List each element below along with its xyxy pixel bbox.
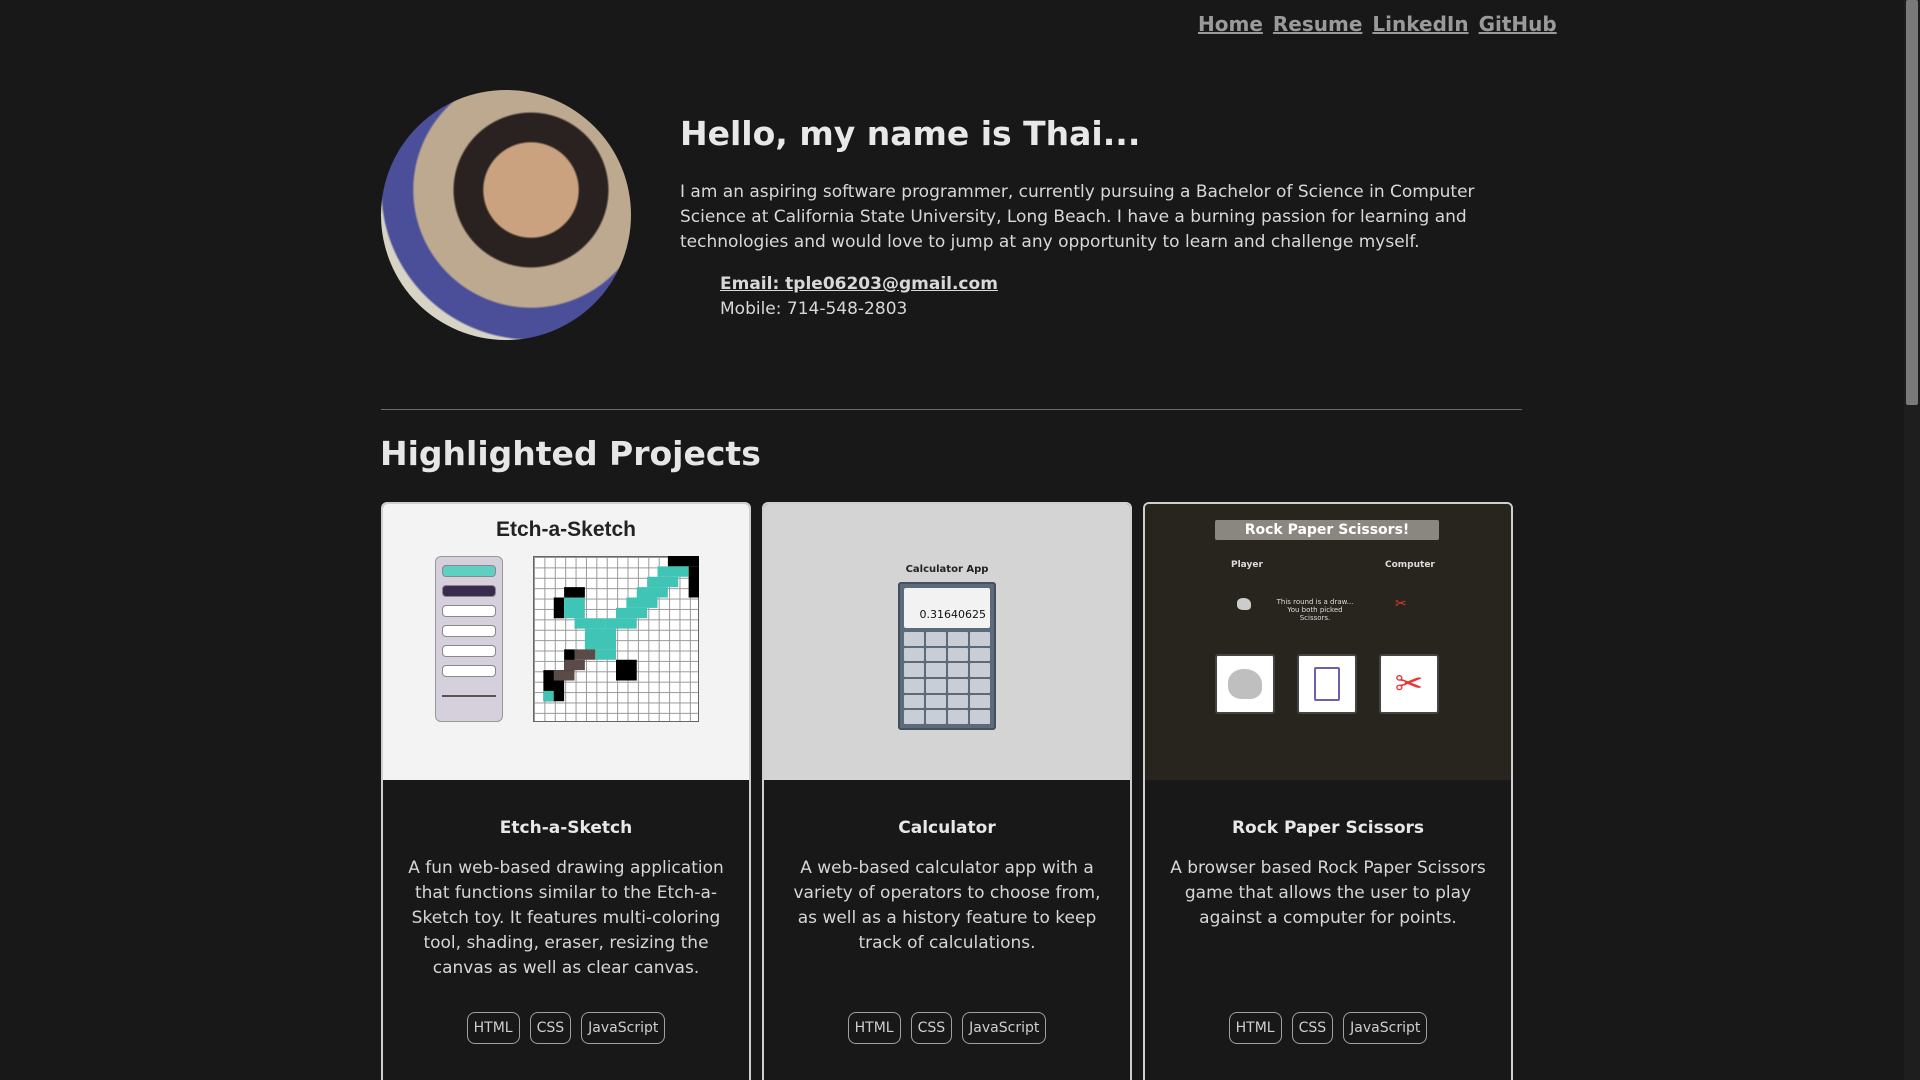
page-scrollbar[interactable] xyxy=(1904,0,1920,1080)
computer-label: Computer xyxy=(1385,560,1435,570)
rock-choice-icon xyxy=(1215,654,1275,714)
scissors-icon: ✂ xyxy=(1395,596,1407,612)
project-name: Rock Paper Scissors xyxy=(1231,818,1425,838)
tech-tags: HTML CSS JavaScript xyxy=(383,1012,749,1044)
player-label: Player xyxy=(1231,560,1263,570)
project-description: A fun web-based drawing application that… xyxy=(408,858,724,978)
top-nav: Home Resume LinkedIn GitHub xyxy=(1198,12,1557,36)
tag-html: HTML xyxy=(466,1012,520,1044)
scissors-choice-icon: ✂ xyxy=(1379,654,1439,714)
hero-title: Hello, my name is Thai... xyxy=(680,114,1141,153)
thumbnail-title: Rock Paper Scissors! xyxy=(1215,520,1439,540)
project-card-rock-paper-scissors[interactable]: Rock Paper Scissors! Player Computer Thi… xyxy=(1143,502,1513,1080)
thumbnail-title: Etch-a-Sketch xyxy=(495,518,637,541)
project-thumbnail: Calculator App 0.31640625 xyxy=(764,504,1130,780)
round-result-text: This round is a draw... You both picked … xyxy=(1276,598,1354,622)
mobile-number: Mobile: 714-548-2803 xyxy=(720,299,908,319)
project-name: Calculator xyxy=(898,818,996,838)
project-name: Etch-a-Sketch xyxy=(499,818,633,838)
project-thumbnail: Etch-a-Sketch xyxy=(383,504,749,780)
calculator-screen: 0.31640625 xyxy=(904,588,990,628)
tag-html: HTML xyxy=(1228,1012,1282,1044)
project-card-calculator[interactable]: Calculator App 0.31640625 Calculator A w… xyxy=(762,502,1132,1080)
tech-tags: HTML CSS JavaScript xyxy=(1145,1012,1511,1044)
section-title: Highlighted Projects xyxy=(380,434,761,473)
nav-github-link[interactable]: GitHub xyxy=(1479,12,1557,36)
nav-linkedin-link[interactable]: LinkedIn xyxy=(1372,12,1468,36)
tool-panel-image xyxy=(435,556,503,722)
paper-choice-icon xyxy=(1297,654,1357,714)
tag-css: CSS xyxy=(529,1012,572,1044)
email-link[interactable]: Email: tple06203@gmail.com xyxy=(720,274,998,294)
project-thumbnail: Rock Paper Scissors! Player Computer Thi… xyxy=(1145,504,1511,780)
thumbnail-title: Calculator App xyxy=(905,564,989,575)
tech-tags: HTML CSS JavaScript xyxy=(764,1012,1130,1044)
tag-html: HTML xyxy=(847,1012,901,1044)
tag-css: CSS xyxy=(1291,1012,1334,1044)
section-divider xyxy=(381,409,1522,410)
scrollbar-thumb[interactable] xyxy=(1906,0,1918,405)
nav-home-link[interactable]: Home xyxy=(1198,12,1263,36)
rock-icon xyxy=(1237,598,1251,610)
contact-info: Email: tple06203@gmail.com Mobile: 714-5… xyxy=(720,272,998,322)
project-description: A browser based Rock Paper Scissors game… xyxy=(1170,858,1486,928)
hero-bio: I am an aspiring software programmer, cu… xyxy=(680,182,1475,252)
tag-css: CSS xyxy=(910,1012,953,1044)
project-description: A web-based calculator app with a variet… xyxy=(793,858,1101,953)
project-card-etch-a-sketch[interactable]: Etch-a-Sketch Etch-a-Sketch A fun web-ba… xyxy=(381,502,751,1080)
nav-resume-link[interactable]: Resume xyxy=(1273,12,1363,36)
tag-javascript: JavaScript xyxy=(962,1012,1047,1044)
profile-photo xyxy=(381,90,631,340)
sword-pixel-art xyxy=(543,556,699,702)
tag-javascript: JavaScript xyxy=(581,1012,666,1044)
tag-javascript: JavaScript xyxy=(1343,1012,1428,1044)
calculator-image: 0.31640625 xyxy=(898,582,996,730)
